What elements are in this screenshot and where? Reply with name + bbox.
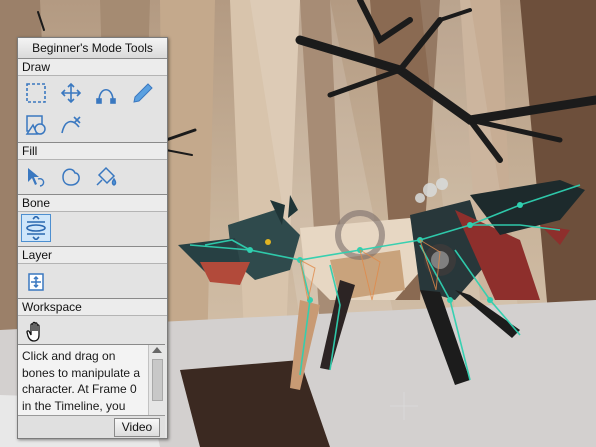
section-draw-header: Draw <box>18 59 167 76</box>
fill-tools <box>18 160 167 195</box>
select-shape-icon[interactable] <box>21 163 51 191</box>
bone-tools <box>18 212 167 247</box>
section-fill-header: Fill <box>18 143 167 160</box>
section-bone-header: Bone <box>18 195 167 212</box>
help-scrollbar[interactable] <box>148 345 165 415</box>
draw-shape-icon[interactable] <box>21 111 51 139</box>
paint-bucket-icon[interactable] <box>91 163 121 191</box>
hand-pan-icon[interactable] <box>21 318 51 346</box>
scroll-thumb[interactable] <box>152 359 163 401</box>
section-layer-header: Layer <box>18 247 167 264</box>
draw-tools <box>18 76 167 143</box>
panel-title: Beginner's Mode Tools <box>18 38 167 59</box>
transform-points-icon[interactable] <box>56 79 86 107</box>
help-text-box: Click and drag on bones to manipulate a … <box>18 344 165 415</box>
panel-footer: Video <box>18 415 165 438</box>
add-point-icon[interactable] <box>91 79 121 107</box>
help-text: Click and drag on bones to manipulate a … <box>22 349 141 413</box>
scroll-up-arrow-icon[interactable] <box>152 347 162 353</box>
create-shape-icon[interactable] <box>56 163 86 191</box>
select-points-icon[interactable] <box>21 79 51 107</box>
layer-tools <box>18 264 167 299</box>
freehand-icon[interactable] <box>128 79 158 107</box>
delete-edge-icon[interactable] <box>56 111 86 139</box>
section-workspace-header: Workspace <box>18 299 167 316</box>
manipulate-bones-icon[interactable] <box>21 214 51 242</box>
beginner-mode-tools-panel: Beginner's Mode Tools Draw Fill Bone Lay… <box>17 37 168 439</box>
video-button[interactable]: Video <box>114 418 160 437</box>
transform-layer-icon[interactable] <box>21 267 51 295</box>
